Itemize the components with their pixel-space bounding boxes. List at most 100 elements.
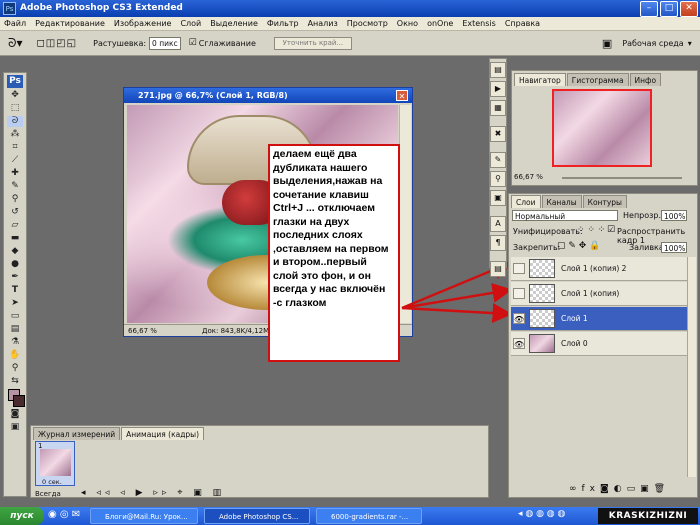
feather-input[interactable]: 0 пикс [149, 36, 181, 50]
navigator-zoom[interactable]: 66,67 % [514, 173, 543, 181]
adjustment-icon[interactable]: ◐ [614, 484, 627, 494]
tab-animation-frames[interactable]: Анимация (кадры) [121, 427, 205, 440]
clone-source-icon[interactable]: ⚲ [490, 171, 506, 187]
task-mail-blog[interactable]: Блоги@Mail.Ru: Урок... [90, 508, 198, 524]
tab-channels[interactable]: Каналы [541, 195, 582, 208]
path-select-icon[interactable]: ➤ [7, 298, 23, 309]
zoom-tool-icon[interactable]: ⚲ [7, 363, 23, 374]
eye-icon[interactable]: 👁 [513, 313, 525, 324]
marquee-tool-icon[interactable]: ⬚ [7, 103, 23, 114]
magic-wand-icon[interactable]: ⁂ [7, 129, 23, 140]
tab-info[interactable]: Инфо [629, 73, 662, 86]
task-photoshop[interactable]: Adobe Photoshop CS... [204, 508, 310, 524]
move-tool-icon[interactable]: ✥ [7, 90, 23, 101]
blend-mode-select[interactable]: Нормальный [512, 210, 618, 221]
opacity-input[interactable]: 100% [661, 210, 687, 221]
brushes-icon[interactable]: ✎ [490, 152, 506, 168]
color-swatches[interactable] [7, 389, 25, 407]
type-tool-icon[interactable]: T [7, 285, 23, 296]
lasso-tool-icon[interactable]: ᘐ▾ [8, 36, 22, 51]
task-gradients-rar[interactable]: 6000-gradients.rar -... [316, 508, 422, 524]
layer-row-selected[interactable]: 👁 Слой 1 [511, 307, 695, 331]
selection-mode-icons[interactable]: ◻◫◰◱ [36, 38, 77, 49]
menu-image[interactable]: Изображение [114, 19, 172, 28]
shape-tool-icon[interactable]: ▭ [7, 311, 23, 322]
eraser-tool-icon[interactable]: ▱ [7, 220, 23, 231]
history-brush-icon[interactable]: ↺ [7, 207, 23, 218]
paragraph-icon[interactable]: ¶ [490, 235, 506, 251]
unify-icons[interactable]: ⁘ ⁘ ⁘ [577, 225, 605, 235]
refine-edge-button[interactable]: Уточнить край... [273, 36, 352, 50]
navigator-thumbnail[interactable] [552, 89, 652, 167]
loop-select[interactable]: Всегда [35, 490, 61, 498]
tab-layers[interactable]: Слои [511, 195, 541, 208]
menu-layer[interactable]: Слой [180, 19, 201, 28]
layer-name[interactable]: Слой 1 (копия) [561, 289, 619, 298]
document-title[interactable]: 271.jpg @ 66,7% (Слой 1, RGB/8) [124, 88, 412, 103]
antialias-checkbox[interactable]: ☑ [189, 38, 197, 48]
fx-icon[interactable]: fx [582, 484, 601, 494]
gradient-tool-icon[interactable]: ▬ [7, 233, 23, 244]
menu-view[interactable]: Просмотр [347, 19, 388, 28]
layers-scrollbar[interactable] [687, 257, 696, 477]
actions-icon[interactable]: ▶ [490, 81, 506, 97]
notes-icon[interactable]: ▤ [490, 261, 506, 277]
dodge-tool-icon[interactable]: ● [7, 259, 23, 270]
screen-mode-icon[interactable]: ▣ [7, 422, 23, 433]
close-button[interactable]: ✕ [680, 1, 698, 17]
tab-paths[interactable]: Контуры [582, 195, 627, 208]
layer-row[interactable]: Слой 1 (копия) [511, 282, 695, 306]
layer-name[interactable]: Слой 1 (копия) 2 [561, 264, 626, 273]
pen-tool-icon[interactable]: ✒ [7, 272, 23, 283]
slice-tool-icon[interactable]: ⟋ [7, 155, 23, 166]
tab-histogram[interactable]: Гистограмма [566, 73, 629, 86]
link-icon[interactable]: ∞ [569, 484, 582, 494]
layer-name[interactable]: Слой 1 [561, 314, 588, 323]
visibility-toggle-empty[interactable] [513, 263, 525, 274]
menu-filter[interactable]: Фильтр [267, 19, 299, 28]
swatches-icon[interactable]: ▣ [490, 190, 506, 206]
menu-file[interactable]: Файл [4, 19, 26, 28]
blur-tool-icon[interactable]: ◆ [7, 246, 23, 257]
quick-mask-icon[interactable]: ◙ [7, 409, 23, 420]
menu-onone[interactable]: onOne [427, 19, 453, 28]
hand-tool-icon[interactable]: ✋ [7, 350, 23, 361]
crop-tool-icon[interactable]: ⌗ [7, 142, 23, 153]
layer-comps-icon[interactable]: ▦ [490, 100, 506, 116]
mask-icon[interactable]: ◙ [600, 484, 614, 494]
menu-window[interactable]: Окно [397, 19, 418, 28]
animation-frame[interactable]: 1 0 сек. [35, 441, 75, 486]
menu-select[interactable]: Выделение [210, 19, 258, 28]
new-layer-icon[interactable]: ▣ [640, 484, 654, 494]
maximize-button[interactable]: □ [660, 1, 678, 17]
layer-row[interactable]: Слой 1 (копия) 2 [511, 257, 695, 281]
document-close-button[interactable]: ✕ [396, 90, 408, 101]
workspace-icon[interactable]: ▣ [602, 37, 612, 50]
workspace-label[interactable]: Рабочая среда [622, 39, 683, 48]
document-zoom[interactable]: 66,67 % [128, 325, 157, 337]
propagate-checkbox[interactable]: ☑ [607, 225, 615, 235]
tools-presets-icon[interactable]: ✖ [490, 126, 506, 142]
layer-row[interactable]: 👁 Слой 0 [511, 332, 695, 356]
minimize-button[interactable]: – [640, 1, 658, 17]
brush-tool-icon[interactable]: ✎ [7, 181, 23, 192]
layer-name[interactable]: Слой 0 [561, 339, 588, 348]
chevron-down-icon[interactable]: ▾ [688, 39, 692, 48]
eye-icon[interactable]: 👁 [513, 338, 525, 349]
visibility-toggle-empty[interactable] [513, 288, 525, 299]
fill-input[interactable]: 100% [661, 242, 687, 253]
menu-edit[interactable]: Редактирование [35, 19, 105, 28]
character-icon[interactable]: A [490, 216, 506, 232]
frame-delay[interactable]: 0 сек. [42, 478, 62, 486]
tab-navigator[interactable]: Навигатор [514, 73, 566, 86]
trash-icon[interactable]: 🗑 [654, 484, 670, 494]
tray-icons[interactable]: ◂ ◍ ◍ ◍ ◍ [518, 509, 565, 519]
zoom-slider[interactable] [562, 177, 682, 179]
notes-tool-icon[interactable]: ▤ [7, 324, 23, 335]
stamp-tool-icon[interactable]: ⚲ [7, 194, 23, 205]
lock-icons[interactable]: ▢ ✎ ✥ 🔒 [557, 241, 600, 251]
start-button[interactable]: пуск [0, 507, 44, 525]
tab-measurement-log[interactable]: Журнал измерений [33, 427, 121, 440]
document-scrollbar[interactable] [399, 105, 411, 323]
eyedropper-icon[interactable]: ⚗ [7, 337, 23, 348]
